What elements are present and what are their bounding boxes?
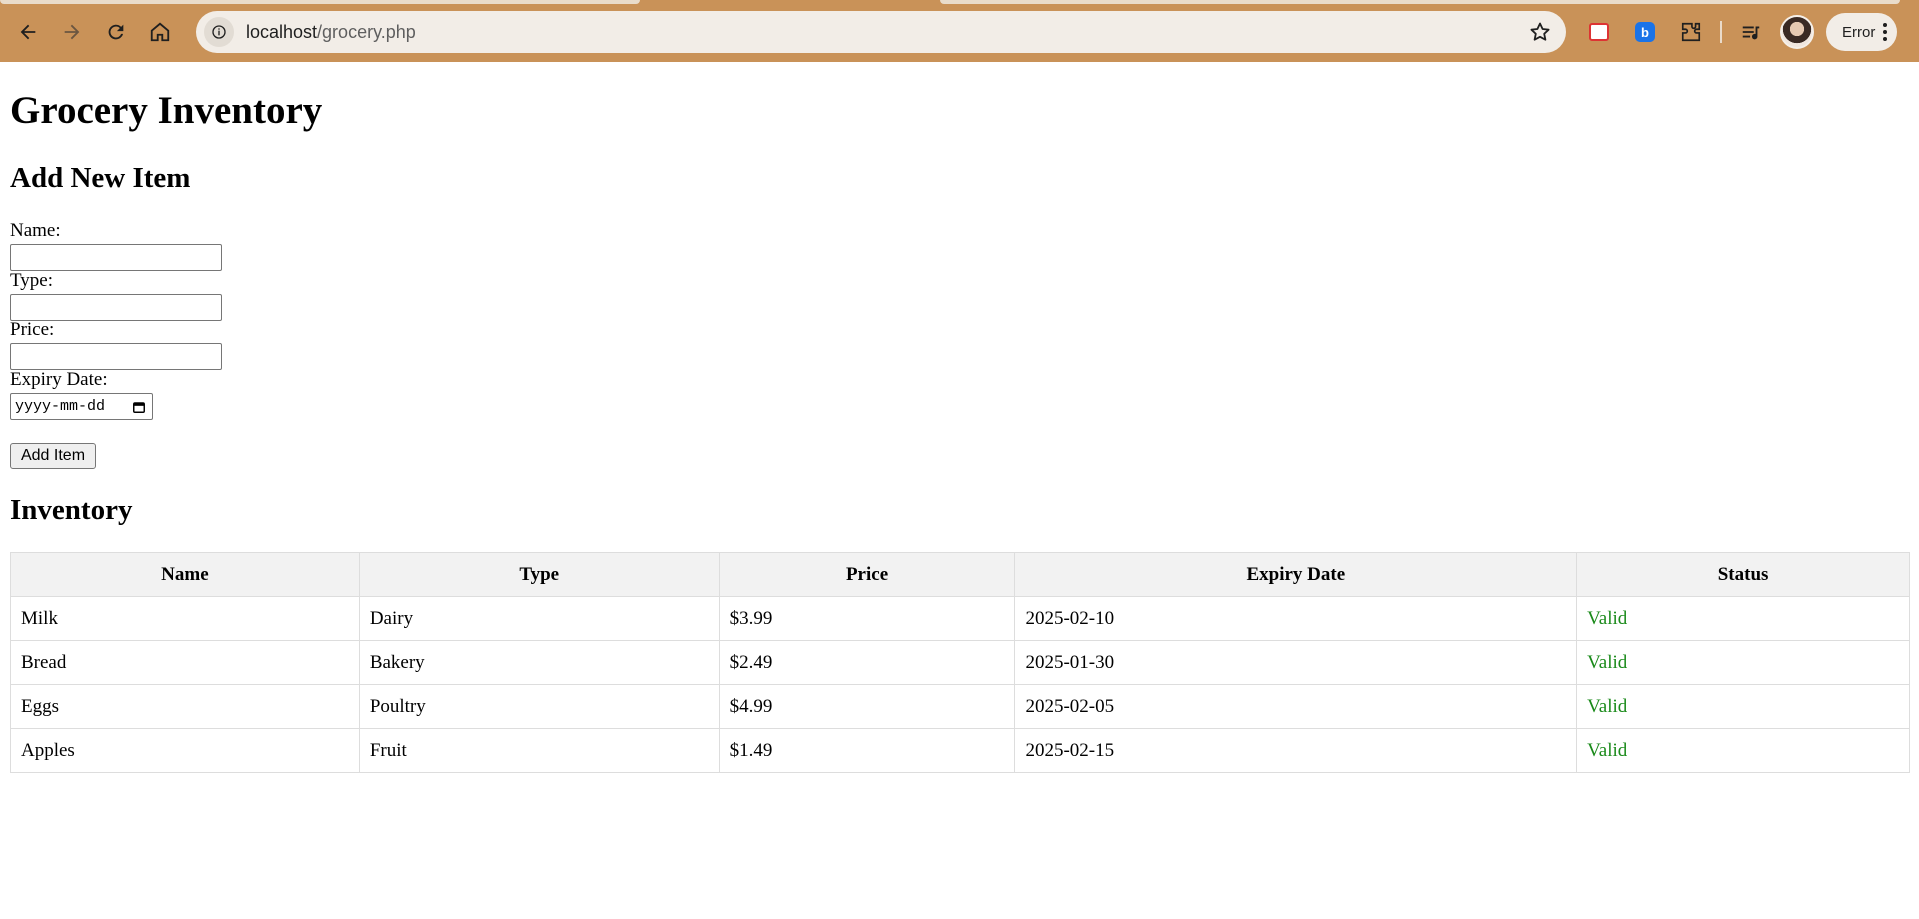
column-header-type: Type	[358, 552, 720, 597]
inventory-heading: Inventory	[10, 494, 133, 526]
table-row: Eggs Poultry $4.99 2025-02-05 Valid	[10, 684, 1910, 729]
name-label: Name:	[10, 220, 61, 241]
profile-error-button[interactable]: Error	[1826, 13, 1898, 51]
home-icon	[150, 22, 170, 42]
cell-price: $1.49	[718, 728, 1016, 773]
cell-status: Valid	[1576, 640, 1910, 685]
date-placeholder: yyyy-mm-dd	[15, 398, 106, 415]
site-info-button[interactable]	[204, 17, 234, 47]
add-item-heading: Add New Item	[10, 162, 191, 194]
type-label: Type:	[10, 270, 53, 291]
extensions-puzzle-icon[interactable]	[1674, 15, 1708, 49]
pocket-extension-icon[interactable]	[1582, 15, 1616, 49]
table-row: Apples Fruit $1.49 2025-02-15 Valid	[10, 728, 1910, 773]
price-label: Price:	[10, 319, 55, 340]
cell-price: $2.49	[718, 640, 1016, 685]
forward-button[interactable]	[52, 12, 92, 52]
table-row: Bread Bakery $2.49 2025-01-30 Valid	[10, 640, 1910, 685]
cell-type: Dairy	[358, 596, 720, 641]
column-header-price: Price	[718, 552, 1016, 597]
cell-expiry: 2025-02-10	[1014, 596, 1578, 641]
url-path: /grocery.php	[317, 21, 416, 42]
inventory-table: Name Type Price Expiry Date Status Milk …	[10, 552, 1910, 773]
cell-name: Eggs	[10, 684, 360, 729]
bitwarden-extension-icon[interactable]: b	[1628, 15, 1662, 49]
media-control-icon[interactable]	[1734, 15, 1768, 49]
cell-type: Bakery	[358, 640, 720, 685]
reload-button[interactable]	[96, 12, 136, 52]
cell-expiry: 2025-02-05	[1014, 684, 1578, 729]
cell-name: Apples	[10, 728, 360, 773]
column-header-expiry: Expiry Date	[1014, 552, 1578, 597]
cell-price: $3.99	[718, 596, 1016, 641]
home-button[interactable]	[140, 12, 180, 52]
cell-type: Fruit	[358, 728, 720, 773]
back-arrow-icon	[20, 24, 36, 40]
url-host: localhost	[246, 21, 318, 42]
tab-edge[interactable]	[0, 0, 640, 4]
column-header-name: Name	[10, 552, 360, 597]
address-bar[interactable]: localhost/grocery.php	[196, 11, 1566, 53]
name-input[interactable]	[10, 244, 222, 271]
profile-error-label: Error	[1842, 23, 1876, 41]
more-menu-icon	[1883, 23, 1888, 41]
browser-toolbar: localhost/grocery.php b Error	[0, 0, 1919, 62]
expiry-label: Expiry Date:	[10, 369, 108, 390]
cell-price: $4.99	[718, 684, 1016, 729]
calendar-icon[interactable]	[132, 400, 146, 414]
table-header-row: Name Type Price Expiry Date Status	[10, 552, 1910, 597]
reload-icon	[108, 24, 124, 40]
tab-strip	[0, 0, 1919, 4]
cell-type: Poultry	[358, 684, 720, 729]
cell-status: Valid	[1576, 596, 1910, 641]
expiry-date-input[interactable]: yyyy-mm-dd	[10, 393, 153, 420]
cell-expiry: 2025-02-15	[1014, 728, 1578, 773]
cell-expiry: 2025-01-30	[1014, 640, 1578, 685]
bookmark-star-icon[interactable]	[1528, 20, 1552, 44]
page-title: Grocery Inventory	[10, 89, 323, 132]
cell-name: Milk	[10, 596, 360, 641]
toolbar-divider	[1720, 21, 1722, 43]
type-input[interactable]	[10, 294, 222, 321]
cell-name: Bread	[10, 640, 360, 685]
cell-status: Valid	[1576, 728, 1910, 773]
add-item-button[interactable]: Add Item	[10, 443, 96, 469]
column-header-status: Status	[1576, 552, 1910, 597]
profile-avatar[interactable]	[1780, 15, 1814, 49]
forward-arrow-icon	[64, 24, 80, 40]
price-input[interactable]	[10, 343, 222, 370]
cell-status: Valid	[1576, 684, 1910, 729]
back-button[interactable]	[8, 12, 48, 52]
table-row: Milk Dairy $3.99 2025-02-10 Valid	[10, 596, 1910, 641]
info-icon	[212, 25, 226, 39]
tab-edge[interactable]	[940, 0, 1900, 4]
